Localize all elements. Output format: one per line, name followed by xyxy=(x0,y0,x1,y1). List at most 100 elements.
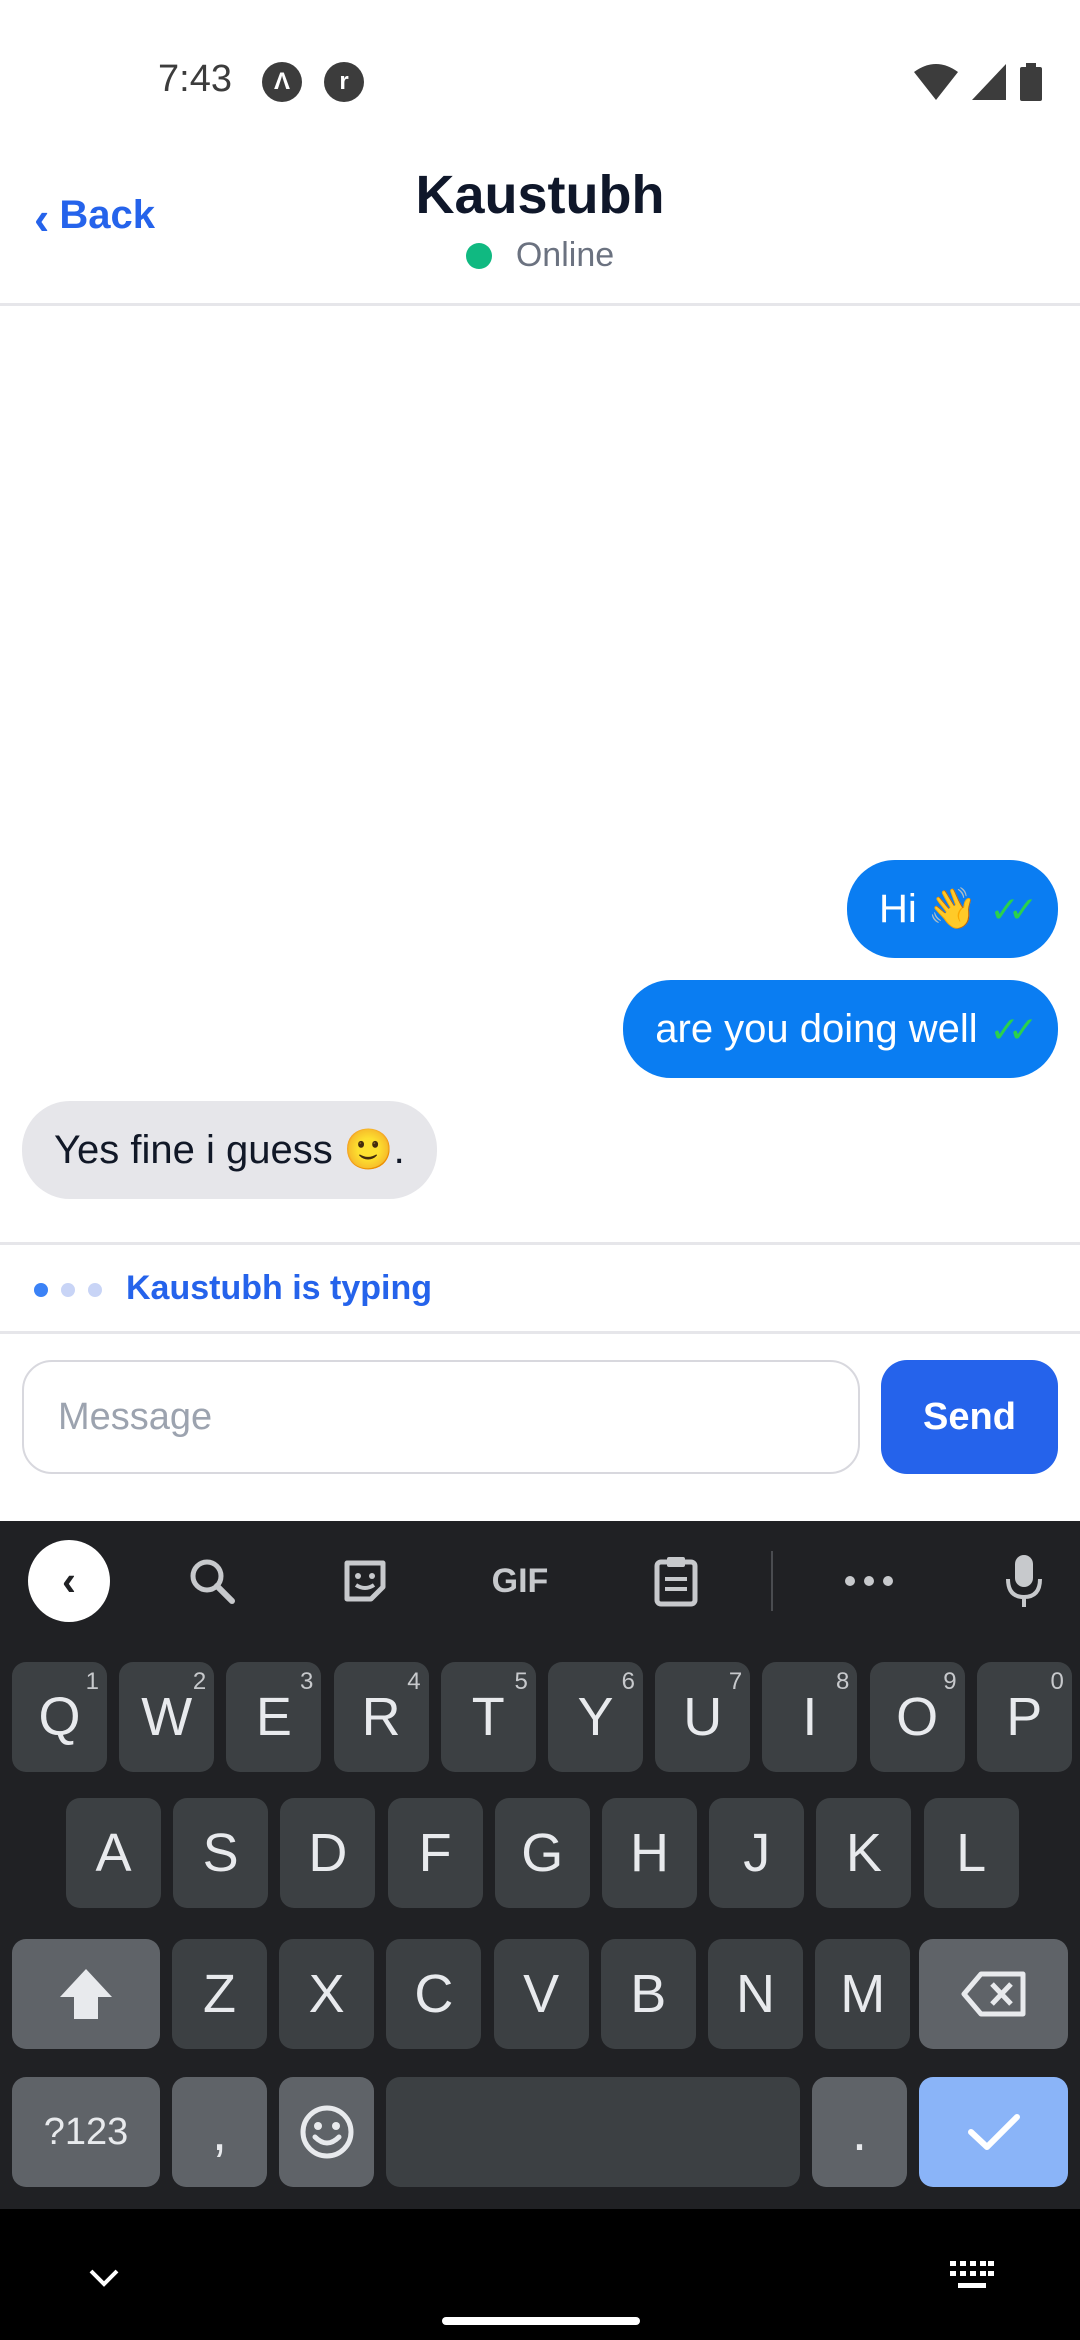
status-bar: 7:43 Λ r xyxy=(0,0,1080,160)
key-v[interactable]: V xyxy=(493,1939,589,2049)
read-receipt-icon: ✓✓ xyxy=(989,889,1038,930)
key-c[interactable]: C xyxy=(386,1939,482,2049)
key-label: Y xyxy=(577,1687,614,1747)
key-label: U xyxy=(683,1687,723,1747)
key-label: Z xyxy=(203,1964,236,2024)
read-receipt-icon: ✓✓ xyxy=(989,1009,1038,1050)
more-icon[interactable] xyxy=(829,1541,909,1621)
home-handle[interactable] xyxy=(442,2317,640,2325)
message-composer: Send xyxy=(0,1334,1080,1520)
key-g[interactable]: G xyxy=(494,1798,590,1908)
key-label: . xyxy=(851,2102,867,2162)
typing-dots-icon xyxy=(34,1283,102,1297)
key-label: N xyxy=(736,1964,775,2024)
key-h[interactable]: H xyxy=(602,1798,697,1908)
key-hint: 3 xyxy=(300,1668,314,1695)
chat-header: ‹ Back Kaustubh Online xyxy=(0,160,1080,306)
key-s[interactable]: S xyxy=(173,1798,269,1908)
key-label: E xyxy=(255,1687,292,1747)
key-r[interactable]: R4 xyxy=(333,1662,429,1772)
gif-button[interactable]: GIF xyxy=(478,1541,562,1621)
collapse-icon[interactable]: ‹ xyxy=(28,1540,110,1622)
keyboard-switch-icon[interactable] xyxy=(950,2261,994,2296)
key-u[interactable]: U7 xyxy=(655,1662,751,1772)
message-bubble-outgoing[interactable]: are you doing well ✓✓ xyxy=(623,980,1058,1078)
online-indicator xyxy=(465,242,492,269)
key-y[interactable]: Y6 xyxy=(548,1662,643,1772)
key-label: L xyxy=(956,1823,987,1883)
keyboard-toolbar: ‹ GIF xyxy=(0,1521,1080,1641)
r-icon: r xyxy=(324,62,364,102)
key-f[interactable]: F xyxy=(387,1798,483,1908)
key-hint: 0 xyxy=(1050,1668,1064,1695)
symbols-key[interactable]: ?123 xyxy=(12,2077,160,2187)
presence-status: Online xyxy=(0,236,1080,275)
key-label: X xyxy=(308,1964,345,2024)
key-l[interactable]: L xyxy=(923,1798,1019,1908)
status-icons xyxy=(914,60,1042,104)
clipboard-icon[interactable] xyxy=(636,1541,716,1621)
key-label: M xyxy=(840,1964,886,2024)
key-label: P xyxy=(1006,1687,1043,1747)
key-label: B xyxy=(630,1964,667,2024)
key-label: R xyxy=(361,1687,401,1747)
key-k[interactable]: K xyxy=(816,1798,912,1908)
period-key[interactable]: . xyxy=(812,2077,907,2187)
key-p[interactable]: P0 xyxy=(976,1662,1072,1772)
emoji-key[interactable] xyxy=(279,2077,374,2187)
space-key[interactable] xyxy=(386,2077,800,2187)
key-j[interactable]: J xyxy=(709,1798,805,1908)
key-e[interactable]: E3 xyxy=(226,1662,322,1772)
message-bubble-outgoing[interactable]: Hi 👋 ✓✓ xyxy=(846,860,1058,958)
contact-name: Kaustubh xyxy=(415,165,665,225)
key-hint: 9 xyxy=(943,1668,957,1695)
key-o[interactable]: O9 xyxy=(869,1662,965,1772)
key-label: O xyxy=(896,1687,939,1747)
key-label: H xyxy=(630,1823,669,1883)
key-z[interactable]: Z xyxy=(172,1939,267,2049)
backspace-icon xyxy=(961,1971,1025,2017)
key-a[interactable]: A xyxy=(66,1798,161,1908)
key-d[interactable]: D xyxy=(280,1798,376,1908)
typing-indicator: Kaustubh is typing xyxy=(0,1242,1080,1334)
enter-key[interactable] xyxy=(919,2077,1068,2187)
shift-icon xyxy=(60,1969,112,2019)
key-hint: 4 xyxy=(407,1668,421,1695)
check-icon xyxy=(967,2114,1020,2150)
chevron-down-icon[interactable] xyxy=(88,2253,120,2298)
shift-key[interactable] xyxy=(12,1939,160,2049)
key-b[interactable]: B xyxy=(600,1939,696,2049)
key-x[interactable]: X xyxy=(279,1939,375,2049)
message-bubble-incoming[interactable]: Yes fine i guess 🙂. xyxy=(22,1101,437,1199)
key-label: F xyxy=(418,1823,452,1883)
key-label: , xyxy=(211,2102,227,2162)
message-text: are you doing well xyxy=(655,1007,978,1051)
mic-icon[interactable] xyxy=(984,1541,1064,1621)
comma-key[interactable]: , xyxy=(172,2077,267,2187)
backspace-key[interactable] xyxy=(919,1939,1068,2049)
key-w[interactable]: W2 xyxy=(119,1662,215,1772)
signal-icon xyxy=(972,64,1006,100)
key-label: K xyxy=(845,1823,882,1883)
battery-icon xyxy=(1020,63,1042,101)
wifi-icon xyxy=(914,64,958,100)
key-label: W xyxy=(141,1687,193,1747)
search-icon[interactable] xyxy=(172,1541,252,1621)
key-i[interactable]: I8 xyxy=(762,1662,858,1772)
keyboard: ‹ GIF Q1W2E3R4T5Y6U7I8O9P0ASDFGHJKLZXCVB… xyxy=(0,1521,1080,2209)
sticker-icon[interactable] xyxy=(325,1541,405,1621)
status-time: 7:43 xyxy=(158,58,232,100)
key-label: ?123 xyxy=(43,2110,129,2153)
send-button[interactable]: Send xyxy=(881,1360,1058,1474)
key-hint: 7 xyxy=(728,1668,743,1695)
key-m[interactable]: M xyxy=(815,1939,911,2049)
navigation-bar xyxy=(0,2209,1080,2340)
key-label: T xyxy=(471,1687,505,1747)
key-t[interactable]: T5 xyxy=(440,1662,536,1772)
key-label: D xyxy=(308,1823,348,1883)
message-text: Yes fine i guess 🙂. xyxy=(54,1128,405,1172)
message-list[interactable]: Hi 👋 ✓✓ are you doing well ✓✓ Yes fine i g… xyxy=(0,306,1080,1241)
key-q[interactable]: Q1 xyxy=(12,1662,107,1772)
message-input[interactable] xyxy=(22,1360,860,1474)
key-n[interactable]: N xyxy=(708,1939,803,2049)
